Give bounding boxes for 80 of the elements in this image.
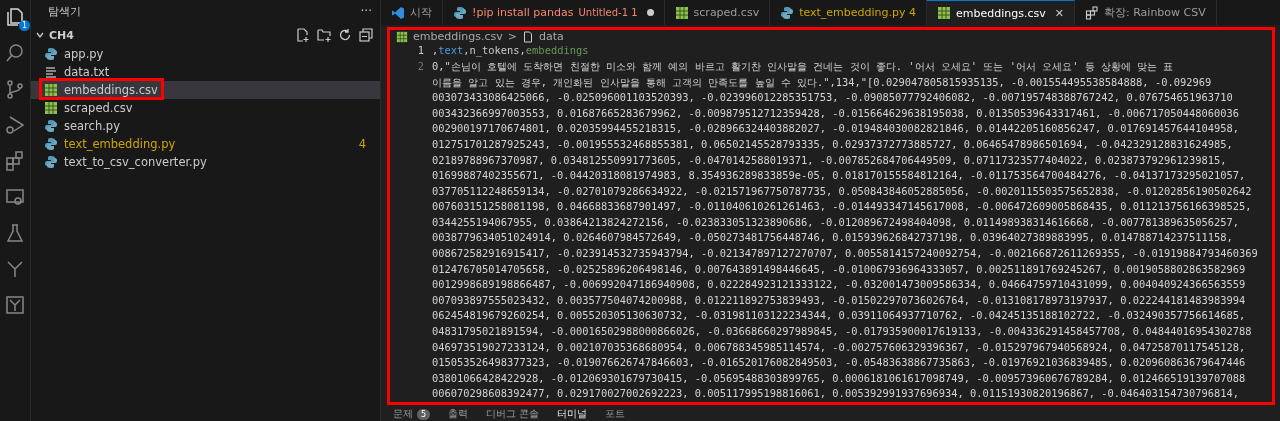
new-folder-icon[interactable] [316,27,332,43]
panel-tab[interactable]: 터미널 [557,407,588,421]
tree-box-icon[interactable] [4,294,26,316]
code-line: 0038779634051024914, 0.0264607984572649, -0.050273481756448746, 0.015939626842737198, 0.03964027389883995, 0.014788714237511158, [432,230,1233,246]
code-line: 006070298608392477, 0.029170027002692223, 0.005117995198816061, 0.005392991937696934, 0.01151930820196867, -0.046403154730796814, [432,386,1239,402]
python-file-icon [44,155,58,169]
code-line: 이름을 알고 있는 경우, 개인화된 인사말을 통해 고객의 만족도를 높일 수 있다.",134,"[0.029047805815935135, -0.001554495538584888, -0.092969 [432,74,1212,90]
code-line: 03801066428422928, -0.012069301679730415, -0.05695488303899765, 0.0006181061617098749, -0.009573960676789284, 0.012466519139707088 [432,370,1246,386]
flask-icon[interactable] [4,222,26,244]
breadcrumb-item[interactable]: data [538,30,564,44]
unsaved-dot-icon [646,9,654,16]
panel-tab[interactable]: 포트 [605,407,626,421]
editor-tab[interactable]: scraped.csv [664,0,771,25]
run-debug-icon[interactable] [4,114,26,136]
python-file-icon [44,137,58,151]
code-line: 02189788967370987, 0.034812550991773605, -0.0470142588019371, -0.007852684706449509, 0.07117323577404022, 0.023873792961239815, [432,152,1227,168]
csv-file-icon [44,83,58,97]
panel-tab[interactable]: 출력 [448,407,469,421]
csv-file-icon [396,30,408,43]
code-logo-icon [391,5,405,20]
file-item[interactable]: text_to_csv_converter.py [31,153,380,171]
sidebar-title: 탐색기 [48,3,81,19]
new-file-icon[interactable] [295,27,311,43]
code-line: 0,"손님이 호텔에 도착하면 친절한 미소와 함께 예의 바르고 활기찬 인사말을 건네는 것이 좋다. '어서 오세요' 또는 '어서 오세요' 등 상황에 맞는 표 [432,58,1174,74]
breadcrumb-item[interactable]: embeddings.csv [413,30,503,44]
editor-tab[interactable]: 시작 [381,0,443,25]
code-line: 046973519027233124, 0.002107035368680954, 0.006788345985114574, -0.002757606329396367, -0.015297967940568924, 0.04725870117545128, [432,339,1246,355]
code-line: 002900197170674801, 0.02035994455218315, -0.028966324403882027, -0.019484030082821846, 0.01442205160856247, 0.017691457644104958, [432,121,1239,137]
panel-tab[interactable]: 문제 5 [393,407,431,421]
code-line: 0012998689198866487, -0.006992047186940908, 0.022284923121333122, -0.032001473009586334, 0.04664759710431099, 0.004040924366563559 [432,277,1246,293]
code-line: 012476705014705658, -0.02525896206498146, 0.007643891498446645, -0.010067936964333057, 0.002511891769245267, 0.0019058802863582969 [432,261,1246,277]
collapse-all-icon[interactable] [358,27,374,43]
file-item[interactable]: app.py [31,45,380,63]
editor-tab[interactable]: 확장: Rainbow CSV [1075,0,1217,25]
csv-file-icon [674,5,689,20]
csv-file-icon [937,6,952,20]
code-line: 062454819679260254, 0.005520305130630732, -0.031981103122234344, 0.03911064937710762, -0.04245135188102722, -0.032490357756614685, [432,308,1246,324]
code-line: 037705112248659134, -0.02701079286634922, -0.021571967750787735, 0.050843846052885056, -0.0020115503575652838, -0.01202856190502642 [432,183,1252,199]
file-item[interactable]: data.txt [31,63,380,81]
code-line: 003073433086425066, -0.025096001103520393, -0.023996012285351753, -0.09085077792406082, -0.007195748388767242, 0.076754651963710 [432,90,1233,106]
line-number: 2 [416,58,425,74]
code-line: 003432366997003553, 0.01687665283679962, -0.009879512712359428, -0.015664629638195038, 0.01350539643317461, -0.006717050448060036 [432,105,1239,121]
breadcrumb-separator: > [507,30,517,44]
python-file-icon [780,5,795,20]
code-line: 0344255194067955, 0.03864213824272156, -0.023833051323890686, -0.012089672498404098, 0.011498938314616668, -0.007781389635056257, [432,214,1239,230]
code-line: 012751701287925243, -0.001955532468855381, 0.06502145528793335, 0.02937372773885727, 0.06465478986501694, -0.042329128831624985, [432,136,1233,152]
close-icon[interactable]: ✕ [1054,6,1064,20]
editor-tab[interactable]: !pip install pandas Untitled-1 1 [443,0,665,25]
refresh-icon[interactable] [337,27,353,43]
code-line: 015053526498377323, -0.019076626747846603, -0.016520176082849503, -0.05483638867735863, -0.01976921036839485, 0.020960863679647446 [432,355,1246,371]
file-icon [521,30,534,43]
python-file-icon [44,119,58,133]
notification-badge: 1 [19,20,30,31]
editor-tab[interactable]: embeddings.csv ✕ [927,0,1075,25]
file-item[interactable]: scraped.csv [31,99,380,117]
file-item[interactable]: search.py [31,117,380,135]
code-line: 007603151258081198, 0.04668833687901497, -0.011040610261261463, -0.014493347145617008, -0.006472609005868435, 0.011213756166398525, [432,199,1252,215]
source-control-icon[interactable] [4,78,26,100]
more-actions-button[interactable]: ··· [360,4,372,18]
code-line: 008672582916915417, -0.023914532735943794, -0.021347897127270707, 0.0055814157240092754, -0.002166872611269355, -0.01919884793460369 [432,246,1258,262]
code-line: 01699887402355671, -0.04420318081974983, 8.354936289833859e-05, 0.018170155584812164, -0.011753564700484276, -0.04137173295021057, [432,168,1246,184]
search-icon[interactable] [4,42,26,64]
monitor-icon[interactable] [4,186,26,208]
extensions-icon[interactable] [4,150,26,172]
panel-tab[interactable]: 디버그 콘솔 [486,407,540,421]
code-line: 007093897555023432, 0.003577504074200988, 0.012211892753839493, -0.015022970736026764, -0.013108178973197937, 0.022244181483983994 [432,292,1246,308]
csv-file-icon [44,101,58,115]
line-number: 1 [416,43,425,59]
file-item[interactable]: embeddings.csv [31,81,380,99]
file-item[interactable]: text_embedding.py 4 [31,135,380,153]
extensions-icon [1085,5,1099,20]
tree-icon[interactable] [4,258,26,280]
code-line: 04831795021891594, -0.00016502988000866026, -0.03668660297989845, -0.017935900017619133, -0.004336291458457708, 0.04844016954302788 [432,324,1252,340]
text-file-icon [44,65,58,79]
python-file-icon [453,5,467,20]
code-line: ,text,n_tokens,embeddings [432,43,589,59]
python-file-icon [44,47,58,61]
folder-name[interactable]: CH4 [49,28,74,42]
chevron-icon[interactable] [35,30,45,40]
explorer-icon[interactable] [4,6,26,28]
